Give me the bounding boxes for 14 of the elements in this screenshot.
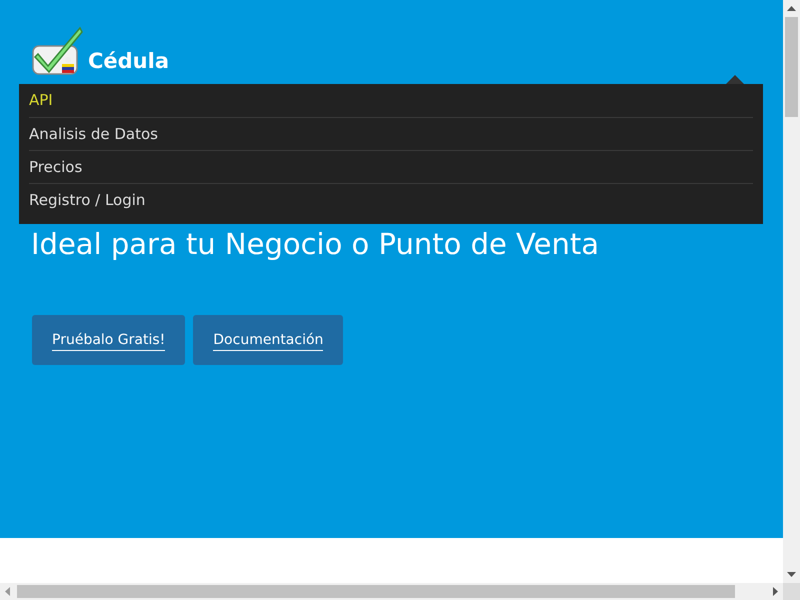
menu-item[interactable]: Precios [29, 150, 753, 183]
scrollbar-thumb[interactable] [17, 585, 735, 598]
menu-item[interactable]: Registro / Login [29, 183, 753, 216]
vertical-scrollbar[interactable] [783, 0, 800, 583]
menu-item[interactable]: API [29, 84, 753, 117]
scrollbar-corner [783, 583, 800, 600]
horizontal-scrollbar[interactable] [0, 583, 783, 600]
hero-button[interactable]: Pruébalo Gratis! [32, 315, 186, 365]
hero-button[interactable]: Documentación [193, 315, 344, 365]
checkmark-id-card-icon [32, 26, 84, 76]
menu-pointer-icon [726, 75, 744, 84]
hero-heading: Ideal para tu Negocio o Punto de Venta [31, 226, 600, 262]
scrollbar-thumb[interactable] [785, 17, 798, 117]
menu-item[interactable]: Analisis de Datos [29, 117, 753, 150]
